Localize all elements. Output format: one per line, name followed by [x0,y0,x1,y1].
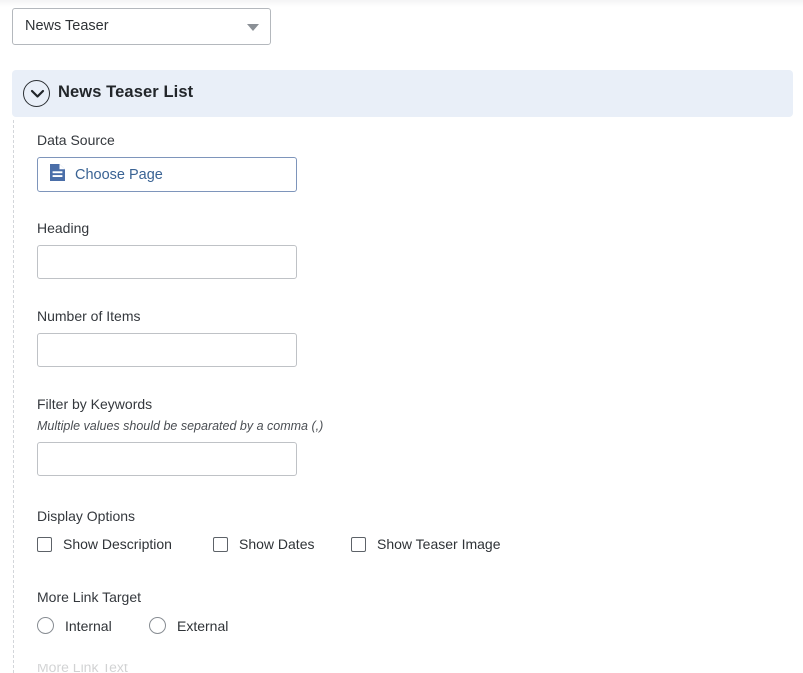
radio-circle-icon[interactable] [149,617,166,634]
checkbox-show-description-label: Show Description [63,536,172,552]
filter-by-keywords-input[interactable] [37,442,297,476]
radio-external[interactable]: External [149,617,228,634]
field-data-source: Data Source Choose Page [37,132,297,192]
field-number-of-items: Number of Items [37,308,297,367]
filter-by-keywords-hint: Multiple values should be separated by a… [37,419,324,433]
panel-header[interactable]: News Teaser List [12,70,793,117]
content-type-select[interactable]: News Teaser [12,8,271,45]
radio-internal-label: Internal [65,617,112,634]
display-options-label: Display Options [37,508,136,524]
panel-title: News Teaser List [58,83,194,101]
radio-internal[interactable]: Internal [37,617,149,634]
more-link-target-row: Internal External [37,617,228,634]
news-teaser-settings-panel: News Teaser News Teaser List Data Source… [0,0,803,673]
checkbox-box-icon[interactable] [213,536,228,552]
document-page-icon [49,163,66,187]
filter-by-keywords-label: Filter by Keywords [37,396,153,412]
checkbox-show-teaser-image[interactable]: Show Teaser Image [351,536,500,552]
checkbox-show-dates-label: Show Dates [239,536,315,552]
choose-page-button[interactable]: Choose Page [37,157,297,192]
heading-input[interactable] [37,245,297,279]
checkbox-box-icon[interactable] [351,536,366,552]
checkbox-show-dates[interactable]: Show Dates [213,536,351,552]
field-heading: Heading [37,220,297,279]
field-filter-by-keywords: Filter by Keywords Multiple values shoul… [37,396,323,476]
checkbox-show-description[interactable]: Show Description [37,536,213,552]
radio-circle-icon[interactable] [37,617,54,634]
radio-external-label: External [177,617,229,634]
more-link-text-label: More Link Text [37,664,128,673]
checkbox-show-teaser-image-label: Show Teaser Image [377,536,501,552]
choose-page-button-label: Choose Page [75,166,163,183]
field-more-link-target: More Link Target Internal External [37,589,228,634]
number-of-items-input[interactable] [37,333,297,367]
chevron-down-circle-icon[interactable] [23,80,50,107]
display-options-row: Show Description Show Dates Show Teaser … [37,536,500,552]
checkbox-box-icon[interactable] [37,536,52,552]
caret-down-icon [247,24,259,31]
more-link-text-label-cutoff: More Link Text [37,664,277,673]
heading-label: Heading [37,220,90,236]
content-type-select-value: News Teaser [25,18,109,34]
field-display-options: Display Options Show Description Show Da… [37,508,500,552]
data-source-label: Data Source [37,132,115,148]
top-cutoff-strip [0,0,803,7]
number-of-items-label: Number of Items [37,308,141,324]
more-link-target-label: More Link Target [37,589,142,605]
